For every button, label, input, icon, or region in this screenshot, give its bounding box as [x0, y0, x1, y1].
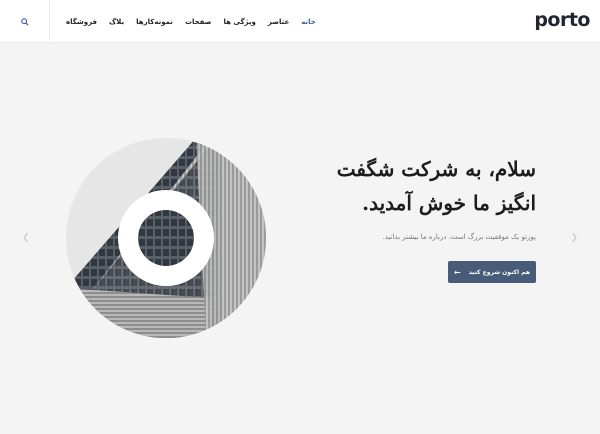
logo[interactable]: porto [534, 9, 590, 31]
hero-headline: سلام، به شرکت شگفت انگیز ما خوش آمدید. [276, 152, 536, 220]
get-started-button[interactable]: هم اکنون شروع کنید ← [448, 261, 536, 283]
header: خانه عناصر ویژگی ها صفحات نمونه‌کارها بل… [0, 0, 600, 43]
main-nav: خانه عناصر ویژگی ها صفحات نمونه‌کارها بل… [60, 0, 322, 43]
get-started-button-label: هم اکنون شروع کنید [468, 268, 531, 276]
nav-item-features[interactable]: ویژگی ها [223, 18, 255, 26]
nav-item-portfolio[interactable]: نمونه‌کارها [136, 18, 173, 26]
nav-item-home[interactable]: خانه [301, 18, 316, 26]
nav-item-elements[interactable]: عناصر [268, 18, 289, 26]
search-icon [20, 17, 29, 26]
hero-headline-line-1: سلام، به شرکت شگفت [336, 157, 536, 181]
arrow-left-icon: ← [453, 267, 461, 277]
hero-headline-line-2: انگیز ما خوش آمدید. [362, 191, 536, 215]
chevron-right-icon[interactable]: ❯ [570, 233, 578, 243]
hero-building-image [66, 138, 266, 338]
chevron-left-icon[interactable]: ❮ [22, 233, 30, 243]
search-button[interactable] [0, 0, 50, 43]
nav-item-shop[interactable]: فروشگاه [66, 18, 97, 26]
nav-item-blog[interactable]: بلاگ [109, 18, 124, 26]
nav-item-pages[interactable]: صفحات [185, 18, 212, 26]
hero-subtitle: پورتو یک موفقیت بزرگ است، درباره ما بیشت… [382, 233, 536, 241]
